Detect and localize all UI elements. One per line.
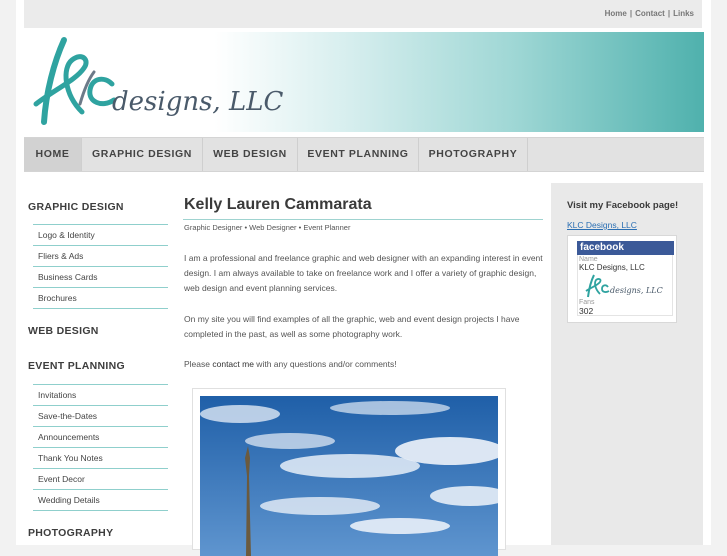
sidebar-item-brochures[interactable]: Brochures [33,287,168,308]
sidebar-heading-photography[interactable]: PHOTOGRAPHY [28,527,113,539]
top-links: Home | Contact | Links [605,9,694,18]
facebook-name: KLC Designs, LLC [579,263,645,272]
facebook-logo-text: designs, LLC [610,286,663,295]
top-link-separator: | [629,9,633,18]
contact-text-before: Please [184,359,213,369]
sidebar-divider [33,308,168,309]
nav-event-planning[interactable]: EVENT PLANNING [298,138,419,171]
site-logo[interactable]: designs, LLC [24,32,284,132]
sidebar-item-fliers-ads[interactable]: Fliers & Ads [33,245,168,266]
contact-text-after: with any questions and/or comments! [253,359,397,369]
nav-photography[interactable]: PHOTOGRAPHY [419,138,528,171]
top-link-links[interactable]: Links [673,9,694,18]
sidebar-item-save-the-dates[interactable]: Save-the-Dates [33,405,168,426]
page-subtitle: Graphic Designer • Web Designer • Event … [184,223,351,232]
sidebar-heading-event-planning[interactable]: EVENT PLANNING [28,360,125,372]
intro-paragraph: I am a professional and freelance graphi… [184,253,543,293]
sidebar-divider [33,510,168,511]
facebook-fans-count: 302 [579,306,594,316]
sidebar-heading-web-design[interactable]: WEB DESIGN [28,325,99,337]
top-bar: Home | Contact | Links [24,0,702,28]
logo-text: designs, LLC [112,87,283,117]
sidebar-item-thank-you-notes[interactable]: Thank You Notes [33,447,168,468]
top-link-home[interactable]: Home [605,9,627,18]
top-link-contact[interactable]: Contact [635,9,665,18]
facebook-fans-label: Fans [579,299,595,306]
facebook-profile-logo: designs, LLC [585,274,663,298]
right-sidebar: Visit my Facebook page! KLC Designs, LLC… [551,183,703,545]
sidebar-item-invitations[interactable]: Invitations [33,384,168,405]
facebook-heading: Visit my Facebook page! [567,200,679,211]
site-paragraph: On my site you will find examples of all… [184,314,520,339]
sidebar-heading-graphic-design[interactable]: GRAPHIC DESIGN [28,201,124,213]
facebook-badge-body: Name KLC Designs, LLC designs, LLC Fans … [577,255,673,316]
contact-me-link[interactable]: contact me [212,359,254,369]
facebook-badge[interactable]: facebook Name KLC Designs, LLC designs, … [567,235,677,323]
nav-web-design[interactable]: WEB DESIGN [203,138,298,171]
main-nav: HOME GRAPHIC DESIGN WEB DESIGN EVENT PLA… [24,137,704,172]
sidebar-item-wedding-details[interactable]: Wedding Details [33,489,168,510]
nav-graphic-design[interactable]: GRAPHIC DESIGN [82,138,203,171]
sidebar-item-announcements[interactable]: Announcements [33,426,168,447]
top-link-separator: | [667,9,671,18]
featured-photo-frame [192,388,506,556]
nav-home[interactable]: HOME [24,138,82,171]
site-header: designs, LLC [24,32,704,132]
sidebar-item-logo-identity[interactable]: Logo & Identity [33,224,168,245]
sidebar-item-event-decor[interactable]: Event Decor [33,468,168,489]
page-title: Kelly Lauren Cammarata [184,196,372,213]
featured-photo[interactable] [200,396,498,556]
sidebar-item-business-cards[interactable]: Business Cards [33,266,168,287]
facebook-logo-icon: facebook [577,241,674,255]
title-divider [183,219,543,220]
facebook-page-link[interactable]: KLC Designs, LLC [567,220,637,230]
sky-photo-image [200,396,498,556]
facebook-name-label: Name [579,256,598,263]
contact-paragraph: Please contact me with any questions and… [184,357,544,372]
